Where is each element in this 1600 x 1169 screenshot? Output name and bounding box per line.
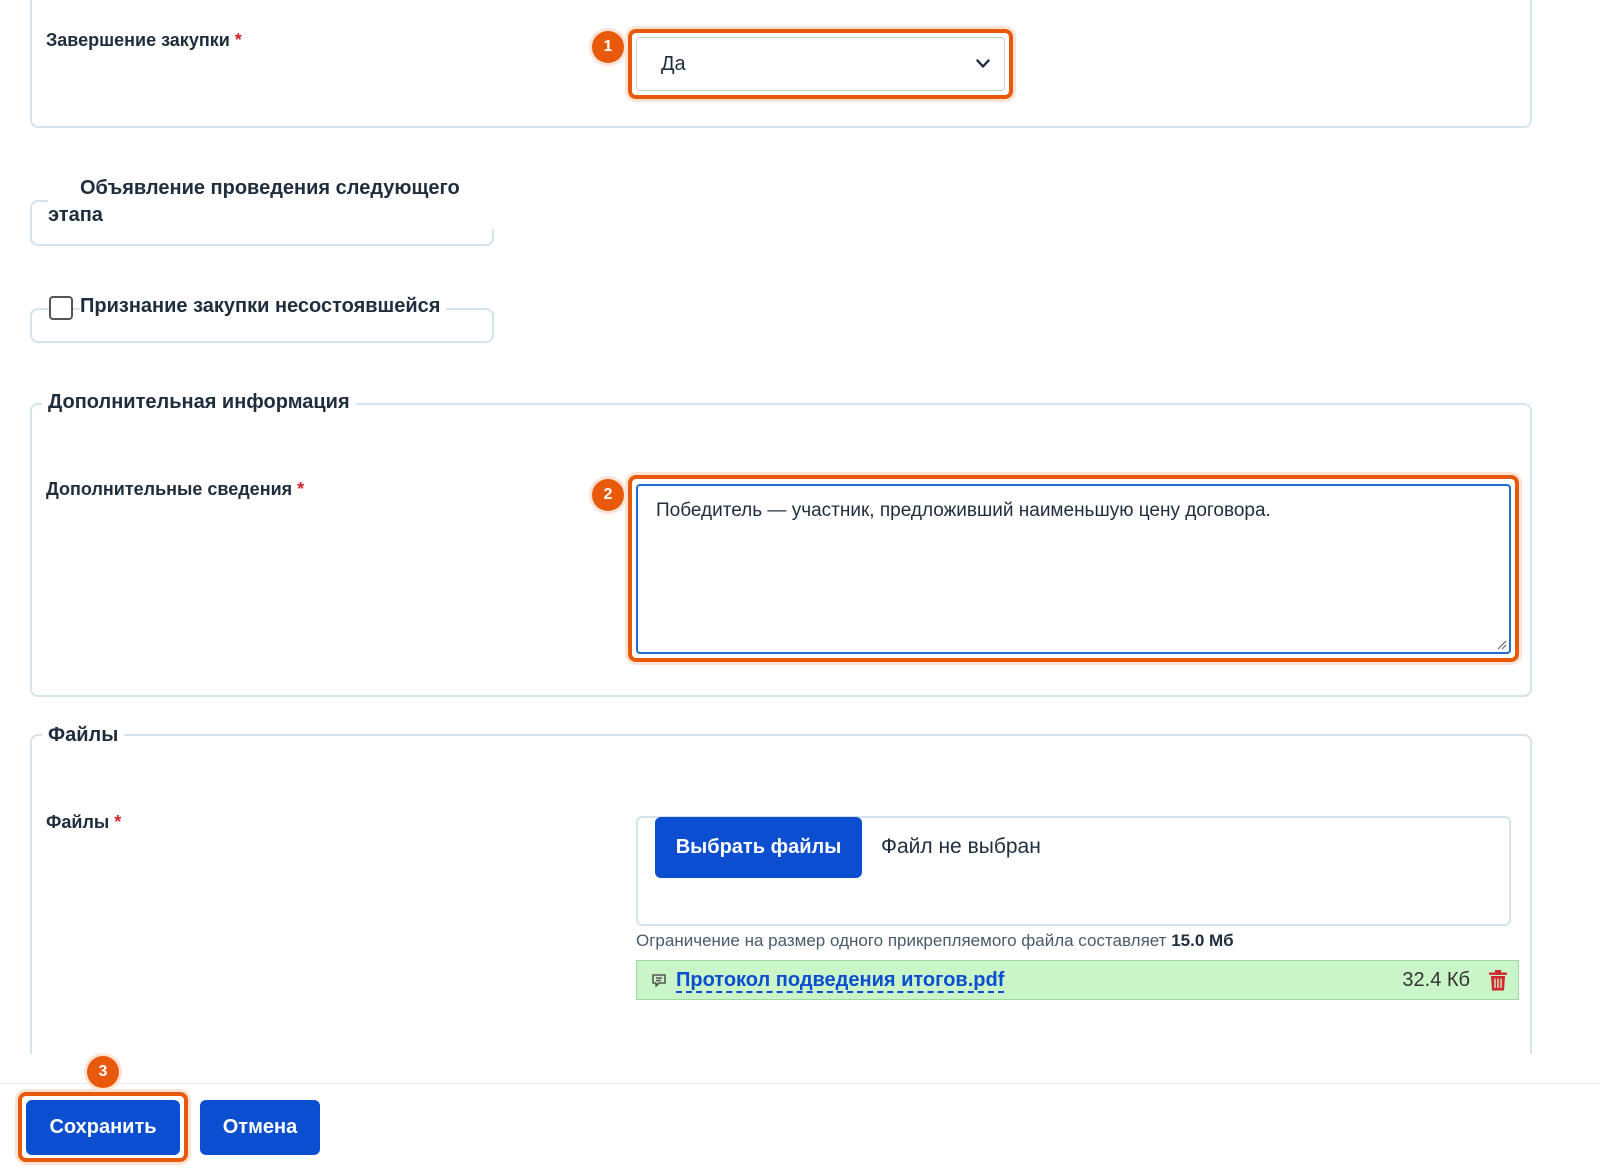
comment-icon[interactable] <box>651 973 667 989</box>
completion-select-value: Да <box>661 52 686 75</box>
cancel-button[interactable]: Отмена <box>200 1100 320 1155</box>
step-badge-3: 3 <box>87 1056 119 1088</box>
no-file-text: Файл не выбран <box>881 835 1041 858</box>
additional-details-value: Победитель — участник, предложивший наим… <box>656 500 1271 521</box>
next-stage-label[interactable]: Объявление проведения следующего этапа <box>48 175 502 229</box>
completion-label: Завершение закупки * <box>46 30 242 50</box>
resize-handle-icon[interactable] <box>1495 638 1507 650</box>
completion-select[interactable]: Да <box>636 37 1005 91</box>
failed-label[interactable]: Признание закупки несостоявшейся <box>80 293 447 320</box>
additional-info-legend: Дополнительная информация <box>42 391 356 414</box>
trash-icon[interactable] <box>1488 969 1508 992</box>
additional-details-textarea[interactable]: Победитель — участник, предложивший наим… <box>636 484 1511 654</box>
failed-checkbox[interactable] <box>49 296 73 320</box>
save-button[interactable]: Сохранить <box>26 1100 180 1155</box>
attached-file-row: Протокол подведения итогов.pdf 32.4 Кб <box>636 960 1519 1000</box>
attached-file-size: 32.4 Кб <box>1402 969 1470 991</box>
attached-file-link[interactable]: Протокол подведения итогов.pdf <box>676 969 1005 993</box>
step-badge-1: 1 <box>592 31 624 63</box>
chevron-down-icon <box>976 59 990 68</box>
files-label: Файлы * <box>46 812 122 832</box>
files-legend: Файлы <box>42 724 125 747</box>
file-size-limit-text: Ограничение на размер одного прикрепляем… <box>636 931 1234 950</box>
choose-files-button[interactable]: Выбрать файлы <box>655 817 862 878</box>
additional-details-label: Дополнительные сведения * <box>46 479 305 499</box>
step-badge-2: 2 <box>592 479 624 511</box>
